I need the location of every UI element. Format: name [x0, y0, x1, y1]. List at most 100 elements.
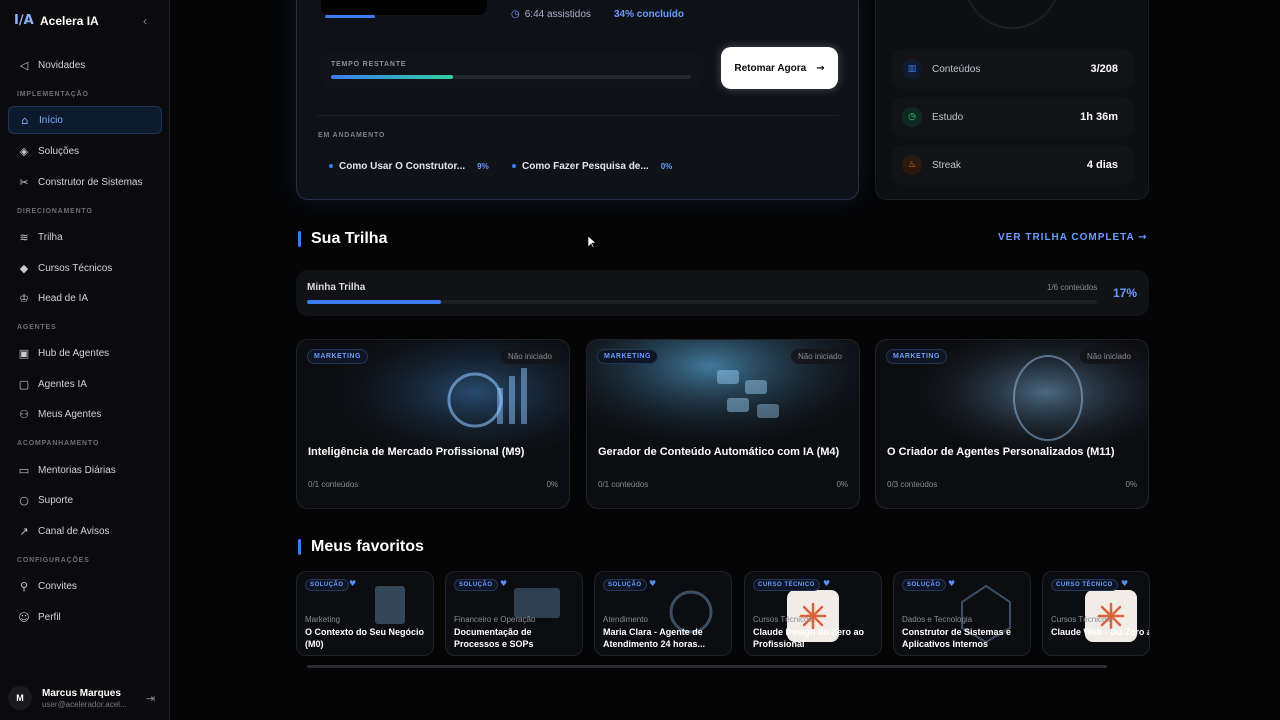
favorite-category: Marketing [305, 615, 341, 624]
course-card[interactable]: MARKETING Não iniciado Inteligência de M… [296, 339, 570, 509]
see-full-trail-link[interactable]: VER TRILHA COMPLETA → [998, 232, 1148, 243]
stat-label: Streak [932, 159, 961, 171]
in-progress-chip[interactable]: Como Fazer Pesquisa de... 0% [504, 155, 681, 177]
trail-count: 1/6 conteúdos [1047, 283, 1098, 292]
dot-icon [329, 164, 333, 168]
sidebar-item-canal-de-avisos[interactable]: ↗ Canal de Avisos [8, 517, 162, 545]
watched-text: 6:44 assistidos [524, 9, 591, 20]
course-percent: 0% [546, 480, 558, 489]
course-title: O Criador de Agentes Personalizados (M11… [887, 446, 1115, 458]
heart-icon[interactable]: ♥ [500, 579, 507, 588]
sidebar-item-label: Agentes IA [38, 378, 87, 390]
trail-progress-box[interactable]: Minha Trilha 1/6 conteúdos 17% [296, 270, 1149, 316]
sidebar-item-inicio[interactable]: ⌂ Início [8, 106, 162, 134]
title-accent [298, 539, 301, 555]
brand[interactable]: I∕A Acelera IA [14, 13, 99, 29]
section-label-implementacao: IMPLEMENTAÇÃO [17, 91, 89, 98]
logout-icon[interactable]: ⇥ [146, 692, 155, 705]
favorite-category: Cursos Técnicos [753, 615, 813, 624]
favorite-card[interactable]: CURSO TÉCNICO ♥ Cursos Técnicos Claude D… [744, 571, 882, 656]
course-count: 0/1 conteúdos [308, 480, 359, 489]
sidebar-item-convites[interactable]: ⚲ Convites [8, 572, 162, 600]
favorite-title: O Contexto do Seu Negócio (M0) [305, 627, 425, 649]
in-progress-chip[interactable]: Como Usar O Construtor... 9% [321, 155, 497, 177]
sidebar-item-novidades[interactable]: ◁ Novidades [8, 51, 162, 79]
tools-icon: ✂ [19, 175, 29, 189]
trail-fill [307, 300, 442, 304]
user-profile[interactable]: M Marcus Marques user@acelerador.acel... [8, 686, 127, 710]
heart-icon[interactable]: ♥ [349, 579, 356, 588]
remaining-label: TEMPO RESTANTE [331, 61, 407, 68]
course-card[interactable]: MARKETING Não iniciado Gerador de Conteú… [586, 339, 860, 509]
section-label-acompanhamento: ACOMPANHAMENTO [17, 440, 100, 447]
stat-label: Conteúdos [932, 63, 981, 75]
favorite-category: Cursos Técnicos [1051, 615, 1111, 624]
layers-icon: ◈ [19, 144, 29, 158]
sidebar-item-perfil[interactable]: ☺ Perfil [8, 603, 162, 631]
sidebar-item-mentorias[interactable]: ▭ Mentorias Diárias [8, 456, 162, 484]
course-count: 0/1 conteúdos [598, 480, 649, 489]
chat-icon: ○ [19, 493, 29, 507]
collapse-sidebar-icon[interactable]: ‹ [143, 14, 147, 28]
stat-label: Estudo [932, 111, 964, 123]
status-badge: Não iniciado [790, 349, 849, 364]
remaining-track [331, 75, 691, 79]
sidebar-item-construtor[interactable]: ✂ Construtor de Sistemas [8, 168, 162, 196]
favorites-title: Meus favoritos [311, 538, 424, 555]
sidebar-item-head-de-ia[interactable]: ♔ Head de IA [8, 284, 162, 312]
course-title: Inteligência de Mercado Profissional (M9… [308, 446, 525, 458]
mouse-cursor [588, 236, 596, 248]
stats-card: ▥ Conteúdos 3/208 ◷ Estudo 1h 36m ♨ Stre… [875, 0, 1149, 200]
stat-value: 4 dias [1086, 159, 1118, 171]
sidebar-item-meus-agentes[interactable]: ⚇ Meus Agentes [8, 400, 162, 428]
remaining-time-box: TEMPO RESTANTE [321, 53, 703, 87]
favorite-card[interactable]: CURSO TÉCNICO ♥ Cursos Técnicos Claude W… [1042, 571, 1150, 656]
favorite-card[interactable]: SOLUÇÃO ♥ Atendimento Maria Clara - Agen… [594, 571, 732, 656]
trail-percent: 17% [1113, 286, 1138, 300]
sidebar-item-trilha[interactable]: ≋ Trilha [8, 223, 162, 251]
sidebar-item-label: Hub de Agentes [38, 347, 110, 359]
video-thumbnail[interactable] [321, 0, 487, 15]
remaining-fill [331, 75, 454, 79]
sidebar-item-label: Head de IA [38, 292, 89, 304]
status-badge: Não iniciado [1079, 349, 1138, 364]
sidebar-item-suporte[interactable]: ○ Suporte [8, 486, 162, 514]
favorite-card[interactable]: SOLUÇÃO ♥ Marketing O Contexto do Seu Ne… [296, 571, 434, 656]
users-icon: ⚇ [19, 407, 29, 421]
section-label-direcionamento: DIRECIONAMENTO [17, 208, 93, 215]
sidebar-item-agentes-ia[interactable]: ▢ Agentes IA [8, 370, 162, 398]
user-icon: ☺ [18, 610, 30, 624]
continue-watching-card: ◷ 6:44 assistidos 34% concluído TEMPO RE… [296, 0, 859, 200]
crown-icon: ♔ [19, 291, 29, 305]
heart-icon[interactable]: ♥ [649, 579, 656, 588]
category-badge: CURSO TÉCNICO [753, 579, 820, 591]
course-percent: 0% [1125, 480, 1137, 489]
sidebar-item-label: Canal de Avisos [38, 525, 110, 537]
sidebar-item-label: Cursos Técnicos [38, 262, 113, 274]
favorite-category: Financeiro e Operação [454, 615, 536, 624]
category-badge: CURSO TÉCNICO [1051, 579, 1118, 591]
sidebar-item-hub-de-agentes[interactable]: ▣ Hub de Agentes [8, 339, 162, 367]
sidebar-item-label: Perfil [38, 611, 61, 623]
route-icon: ≋ [19, 230, 29, 244]
favorite-category: Atendimento [603, 615, 648, 624]
flame-icon: ♨ [902, 155, 922, 175]
heart-icon[interactable]: ♥ [1121, 579, 1128, 588]
sidebar-item-label: Suporte [38, 494, 74, 506]
status-badge: Não iniciado [500, 349, 559, 364]
main-content: ◷ 6:44 assistidos 34% concluído TEMPO RE… [170, 0, 1280, 720]
sidebar-item-label: Construtor de Sistemas [38, 176, 143, 188]
course-title: Gerador de Conteúdo Automático com IA (M… [598, 446, 840, 458]
course-card[interactable]: MARKETING Não iniciado O Criador de Agen… [875, 339, 1149, 509]
sidebar-item-solucoes[interactable]: ◈ Soluções [8, 137, 162, 165]
heart-icon[interactable]: ♥ [823, 579, 830, 588]
chip-title: Como Fazer Pesquisa de... [522, 160, 649, 172]
avatar: M [8, 686, 32, 710]
sidebar-item-cursos-tecnicos[interactable]: ◆ Cursos Técnicos [8, 254, 162, 282]
favorites-scrollbar[interactable] [307, 665, 1107, 668]
heart-icon[interactable]: ♥ [948, 579, 955, 588]
robot-icon: ▣ [18, 346, 30, 360]
favorite-card[interactable]: SOLUÇÃO ♥ Dados e Tecnologia Construtor … [893, 571, 1031, 656]
favorite-card[interactable]: SOLUÇÃO ♥ Financeiro e Operação Document… [445, 571, 583, 656]
resume-button[interactable]: Retomar Agora → [721, 47, 838, 89]
